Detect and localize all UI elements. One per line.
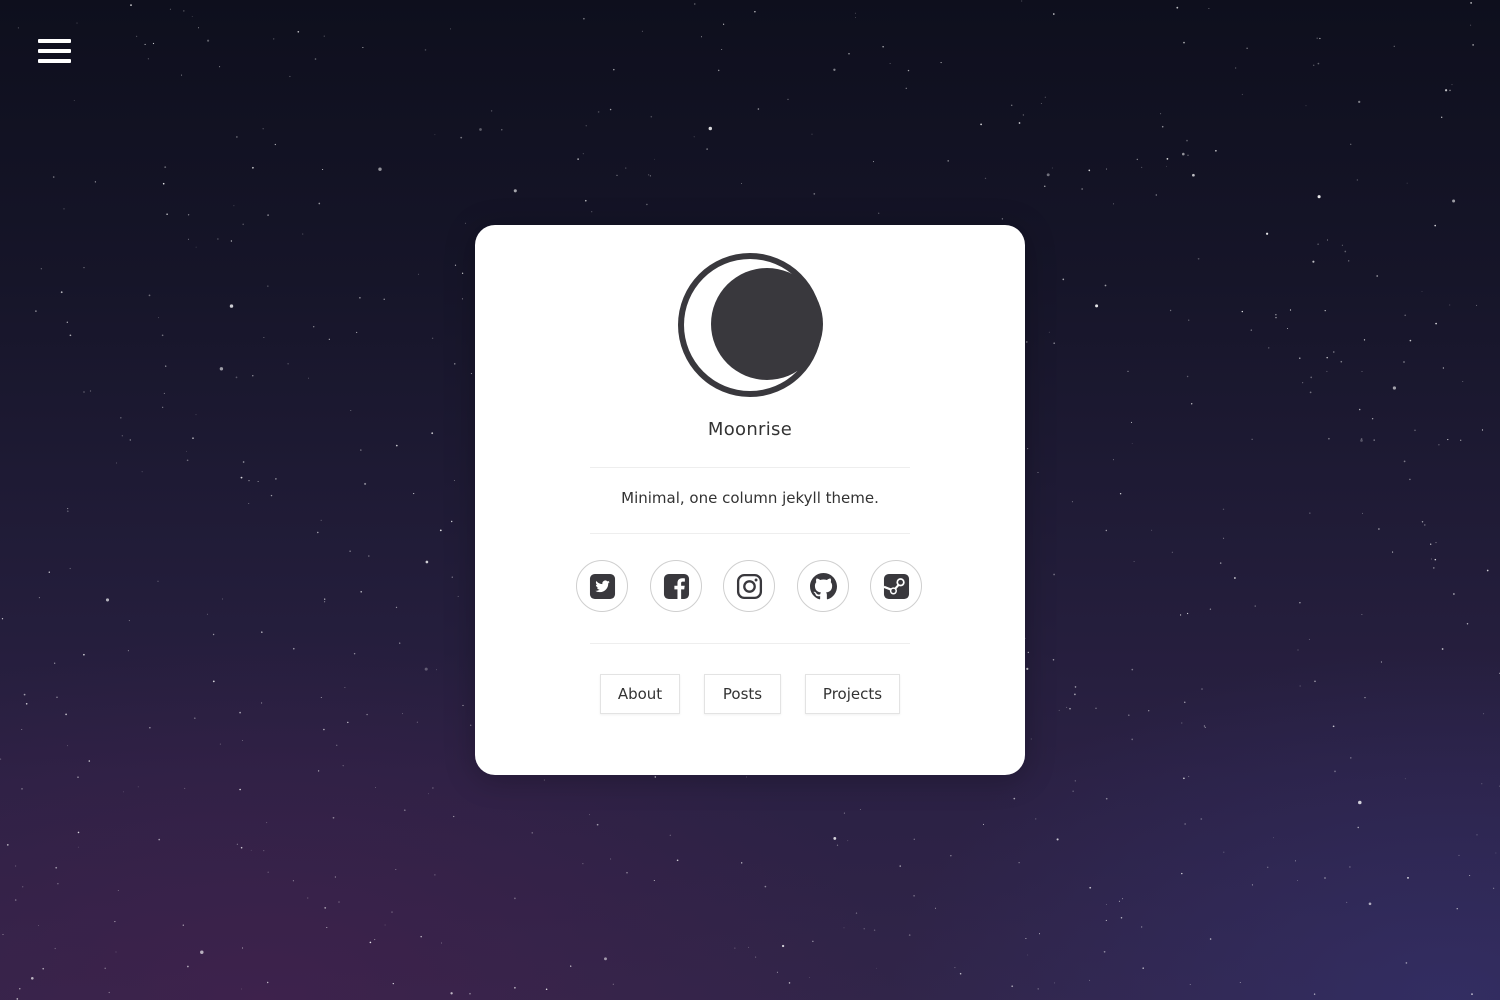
social-links <box>475 560 1025 612</box>
divider <box>590 467 910 468</box>
hamburger-menu-icon[interactable] <box>38 39 71 66</box>
instagram-link[interactable] <box>723 560 775 612</box>
profile-card: Moonrise Minimal, one column jekyll them… <box>475 225 1025 775</box>
nav-button-posts[interactable]: Posts <box>704 674 781 714</box>
facebook-link[interactable] <box>650 560 702 612</box>
divider <box>590 643 910 644</box>
steam-icon <box>883 573 910 600</box>
moon-crescent-icon <box>678 253 823 397</box>
instagram-icon <box>736 573 763 600</box>
nav-button-about[interactable]: About <box>600 674 680 714</box>
github-icon <box>810 573 837 600</box>
github-link[interactable] <box>797 560 849 612</box>
facebook-icon <box>663 573 690 600</box>
steam-link[interactable] <box>870 560 922 612</box>
nav-button-projects[interactable]: Projects <box>805 674 900 714</box>
site-tagline: Minimal, one column jekyll theme. <box>621 489 879 507</box>
site-title: Moonrise <box>707 419 793 440</box>
twitter-link[interactable] <box>576 560 628 612</box>
twitter-icon <box>589 573 616 600</box>
divider <box>590 533 910 534</box>
